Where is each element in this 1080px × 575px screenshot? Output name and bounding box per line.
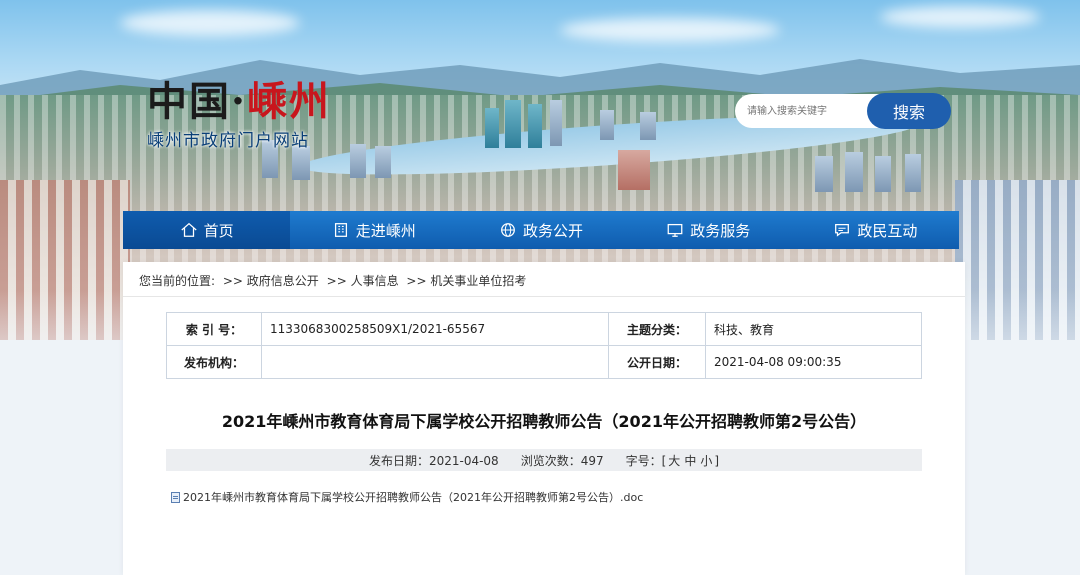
publish-date: 发布日期：2021-04-08 bbox=[368, 453, 499, 468]
building bbox=[485, 108, 499, 148]
logo-title: 中国·嵊州 bbox=[147, 80, 331, 124]
article-title: 2021年嵊州市教育体育局下属学校公开招聘教师公告（2021年公开招聘教师第2号… bbox=[221, 412, 867, 431]
topic-label: 主题分类： bbox=[608, 312, 706, 346]
building bbox=[528, 104, 542, 148]
cloud bbox=[560, 18, 780, 42]
cloud bbox=[880, 6, 1040, 28]
building bbox=[875, 156, 891, 192]
font-size-small-link[interactable]: 小 bbox=[700, 454, 712, 468]
building bbox=[505, 100, 521, 148]
breadcrumb-link[interactable]: >> 政府信息公开 bbox=[223, 274, 319, 288]
font-size-label: 字号：[ bbox=[625, 453, 667, 468]
logo-text-china: 中国· bbox=[147, 78, 247, 125]
date-label: 公开日期： bbox=[608, 345, 706, 379]
main-nav: 首页 走进嵊州 政务公开 政务服务 政民互动 bbox=[123, 211, 959, 249]
logo-text-shengzhou: 嵊州 bbox=[246, 78, 331, 125]
index-label: 索 引 号： bbox=[166, 312, 262, 346]
org-label: 发布机构： bbox=[166, 345, 262, 379]
table-row: 发布机构： 公开日期： 2021-04-08 09:00:35 bbox=[166, 345, 922, 379]
nav-item-government-affairs[interactable]: 政务公开 bbox=[457, 211, 624, 249]
building bbox=[640, 112, 656, 140]
building bbox=[618, 150, 650, 190]
cloud bbox=[120, 10, 300, 36]
date-value: 2021-04-08 09:00:35 bbox=[705, 345, 922, 379]
breadcrumb-prefix: 您当前的位置: bbox=[139, 274, 216, 288]
building bbox=[292, 146, 310, 180]
home-icon bbox=[180, 222, 197, 237]
breadcrumb-link[interactable]: >> 机关事业单位招考 bbox=[406, 274, 526, 288]
table-row: 索 引 号： 1133068300258509X1/2021-65567 主题分… bbox=[166, 312, 922, 346]
font-size-large-link[interactable]: 大 bbox=[668, 454, 680, 468]
chat-icon bbox=[835, 223, 850, 237]
nav-item-public-interaction[interactable]: 政民互动 bbox=[792, 211, 959, 249]
document-icon bbox=[171, 491, 180, 503]
font-size-controls: 字号：[大中小] bbox=[626, 452, 719, 469]
info-table: 索 引 号： 1133068300258509X1/2021-65567 主题分… bbox=[166, 312, 922, 379]
building bbox=[815, 156, 833, 192]
attachment-filename: 2021年嵊州市教育体育局下属学校公开招聘教师公告（2021年公开招聘教师第2号… bbox=[183, 491, 644, 504]
breadcrumb: 您当前的位置: >> 政府信息公开 >> 人事信息 >> 机关事业单位招考 bbox=[139, 272, 530, 289]
nav-item-about[interactable]: 走进嵊州 bbox=[290, 211, 457, 249]
nav-label: 政务公开 bbox=[523, 221, 584, 240]
monitor-icon bbox=[667, 223, 683, 237]
site-subtitle: 嵊州市政府门户网站 bbox=[147, 131, 309, 151]
search-input[interactable] bbox=[735, 94, 885, 128]
building bbox=[550, 100, 562, 146]
view-count: 浏览次数：497 bbox=[520, 453, 604, 468]
building bbox=[600, 110, 614, 140]
building bbox=[905, 154, 921, 192]
font-size-medium-link[interactable]: 中 bbox=[684, 454, 696, 468]
font-size-bracket: ] bbox=[714, 453, 720, 468]
org-value bbox=[261, 345, 609, 379]
breadcrumb-link[interactable]: >> 人事信息 bbox=[327, 274, 399, 288]
article-info-bar: 发布日期：2021-04-08 浏览次数：497 字号：[大中小] bbox=[166, 449, 922, 471]
nav-label: 政民互动 bbox=[857, 221, 918, 240]
index-value: 1133068300258509X1/2021-65567 bbox=[261, 312, 609, 346]
topic-value: 科技、教育 bbox=[705, 312, 922, 346]
content-panel: 您当前的位置: >> 政府信息公开 >> 人事信息 >> 机关事业单位招考 索 … bbox=[123, 262, 965, 575]
nav-item-home[interactable]: 首页 bbox=[123, 211, 291, 249]
building bbox=[350, 144, 366, 178]
search-button[interactable]: 搜索 bbox=[867, 93, 951, 129]
globe-icon bbox=[501, 223, 515, 237]
building-icon bbox=[334, 223, 347, 237]
nav-label: 政务服务 bbox=[690, 221, 751, 240]
building bbox=[375, 146, 391, 178]
building bbox=[845, 152, 863, 192]
nav-label: 走进嵊州 bbox=[355, 221, 416, 240]
nav-item-government-services[interactable]: 政务服务 bbox=[625, 211, 792, 249]
attachment-link[interactable]: 2021年嵊州市教育体育局下属学校公开招聘教师公告（2021年公开招聘教师第2号… bbox=[171, 489, 643, 505]
site-logo[interactable]: 中国·嵊州 嵊州市政府门户网站 bbox=[147, 80, 331, 152]
nav-label: 首页 bbox=[203, 221, 234, 240]
